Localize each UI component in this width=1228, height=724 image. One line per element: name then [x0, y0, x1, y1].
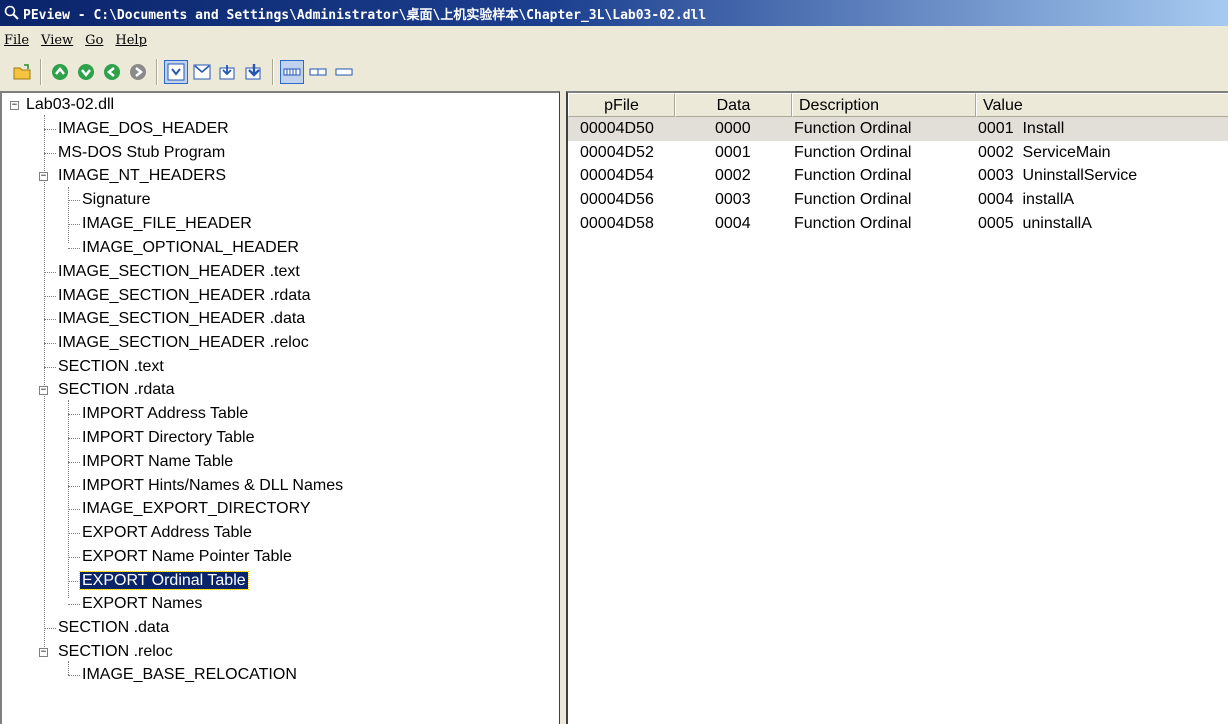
collapse-expander[interactable]: − — [39, 172, 48, 181]
tree-item[interactable]: SECTION .rdata — [56, 379, 176, 401]
cell-pfile: 00004D56 — [580, 191, 654, 209]
tree-root[interactable]: Lab03-02.dll — [24, 94, 116, 116]
column-header-row: pFile Data Description Value — [568, 93, 1228, 117]
tree-pane[interactable]: − Lab03-02.dll IMAGE_DOS_HEADER MS-DOS S… — [0, 91, 560, 724]
toolbar-separator — [40, 59, 42, 85]
collapse-expander[interactable]: − — [39, 648, 48, 657]
column-header-description[interactable]: Description — [792, 93, 976, 117]
table-body: 00004D50 0000 Function Ordinal 0001 Inst… — [568, 117, 1228, 235]
tree-item[interactable]: IMAGE_DOS_HEADER — [56, 118, 231, 140]
table-row[interactable]: 00004D52 0001 Function Ordinal 0002 Serv… — [568, 141, 1228, 165]
cell-pfile: 00004D50 — [580, 120, 654, 137]
tree-node-label: Lab03-02.dll — [26, 96, 115, 113]
tree-line — [68, 661, 69, 675]
cell-value: 0002 ServiceMain — [978, 143, 1111, 161]
tree-item[interactable]: SECTION .data — [56, 617, 171, 639]
toolbar-separator — [272, 59, 274, 85]
cell-description: Function Ordinal — [794, 191, 912, 209]
cell-pfile: 00004D52 — [580, 143, 654, 161]
tree-item[interactable]: MS-DOS Stub Program — [56, 142, 227, 164]
tree-item-selected[interactable]: EXPORT Ordinal Table — [79, 570, 249, 592]
cell-value: 0004 installA — [978, 191, 1075, 209]
table-row[interactable]: 00004D56 0003 Function Ordinal 0004 inst… — [568, 188, 1228, 212]
previous-icon[interactable] — [100, 60, 124, 84]
view-text-icon[interactable] — [190, 60, 214, 84]
tree-item[interactable]: IMAGE_SECTION_HEADER .text — [56, 261, 302, 283]
tree-item[interactable]: IMPORT Name Table — [80, 451, 235, 473]
tree-item[interactable]: Signature — [80, 189, 153, 211]
title-bar[interactable]: PEview - C:\Documents and Settings\Admin… — [0, 0, 1228, 26]
tree-item[interactable]: IMPORT Address Table — [80, 403, 250, 425]
menu-file[interactable]: File — [4, 33, 29, 48]
tree-item[interactable]: IMPORT Directory Table — [80, 427, 257, 449]
column-header-pfile[interactable]: pFile — [568, 93, 675, 117]
cell-pfile: 00004D58 — [580, 214, 654, 232]
cell-pfile: 00004D54 — [580, 167, 654, 185]
tree-line — [44, 115, 45, 653]
cell-value: 0005 uninstallA — [978, 214, 1092, 232]
menu-view[interactable]: View — [41, 33, 73, 48]
menu-help[interactable]: Help — [115, 33, 147, 48]
collapse-expander[interactable]: − — [39, 386, 48, 395]
next-icon[interactable] — [126, 60, 150, 84]
view-downbold-icon[interactable] — [242, 60, 266, 84]
tree-item[interactable]: IMAGE_BASE_RELOCATION — [80, 664, 299, 686]
tree-item[interactable]: IMAGE_SECTION_HEADER .reloc — [56, 332, 311, 354]
tree-item[interactable]: SECTION .reloc — [56, 641, 175, 663]
cell-data: 0001 — [715, 143, 751, 161]
toolbar-separator — [156, 59, 158, 85]
toolbar — [0, 54, 1228, 90]
tree-item[interactable]: IMPORT Hints/Names & DLL Names — [80, 475, 345, 497]
column-header-data[interactable]: Data — [675, 93, 792, 117]
dword-view-icon[interactable] — [332, 60, 356, 84]
word-view-icon[interactable] — [306, 60, 330, 84]
view-down-icon[interactable] — [216, 60, 240, 84]
open-icon[interactable] — [10, 60, 34, 84]
tree-item[interactable]: EXPORT Address Table — [80, 522, 254, 544]
cell-description: Function Ordinal — [794, 143, 912, 161]
cell-value: 0001 Install — [978, 120, 1065, 137]
tree-line — [68, 400, 69, 598]
tree-item[interactable]: IMAGE_NT_HEADERS — [56, 165, 228, 187]
cell-data: 0003 — [715, 191, 751, 209]
collapse-expander[interactable]: − — [10, 101, 19, 110]
details-pane[interactable]: pFile Data Description Value 00004D50 00… — [566, 91, 1228, 724]
tree-item[interactable]: EXPORT Name Pointer Table — [80, 546, 294, 568]
tree-item[interactable]: IMAGE_FILE_HEADER — [80, 213, 254, 235]
cell-description: Function Ordinal — [794, 120, 912, 137]
cell-description: Function Ordinal — [794, 167, 912, 185]
tree-item[interactable]: IMAGE_EXPORT_DIRECTORY — [80, 498, 313, 520]
cell-data: 0004 — [715, 214, 751, 232]
tree-line — [68, 187, 69, 243]
peview-app-icon — [4, 5, 20, 21]
tree-item[interactable]: IMAGE_SECTION_HEADER .data — [56, 308, 307, 330]
tree-item[interactable]: IMAGE_SECTION_HEADER .rdata — [56, 285, 313, 307]
cell-data: 0000 — [715, 120, 751, 137]
byte-view-icon[interactable] — [280, 60, 304, 84]
tree-item[interactable]: SECTION .text — [56, 356, 166, 378]
cell-description: Function Ordinal — [794, 214, 912, 232]
table-row[interactable]: 00004D54 0002 Function Ordinal 0003 Unin… — [568, 164, 1228, 188]
view-hex-icon[interactable] — [164, 60, 188, 84]
column-header-value[interactable]: Value — [976, 93, 1228, 117]
tree-item[interactable]: EXPORT Names — [80, 593, 204, 615]
cell-data: 0002 — [715, 167, 751, 185]
table-row[interactable]: 00004D50 0000 Function Ordinal 0001 Inst… — [568, 117, 1228, 141]
table-row[interactable]: 00004D58 0004 Function Ordinal 0005 unin… — [568, 212, 1228, 236]
window-title: PEview - C:\Documents and Settings\Admin… — [23, 7, 707, 23]
tree-item[interactable]: IMAGE_OPTIONAL_HEADER — [80, 237, 301, 259]
cell-value: 0003 UninstallService — [978, 167, 1138, 185]
menu-go[interactable]: Go — [85, 33, 103, 48]
menu-bar: File View Go Help — [0, 28, 1228, 52]
forward-icon[interactable] — [74, 60, 98, 84]
back-icon[interactable] — [48, 60, 72, 84]
